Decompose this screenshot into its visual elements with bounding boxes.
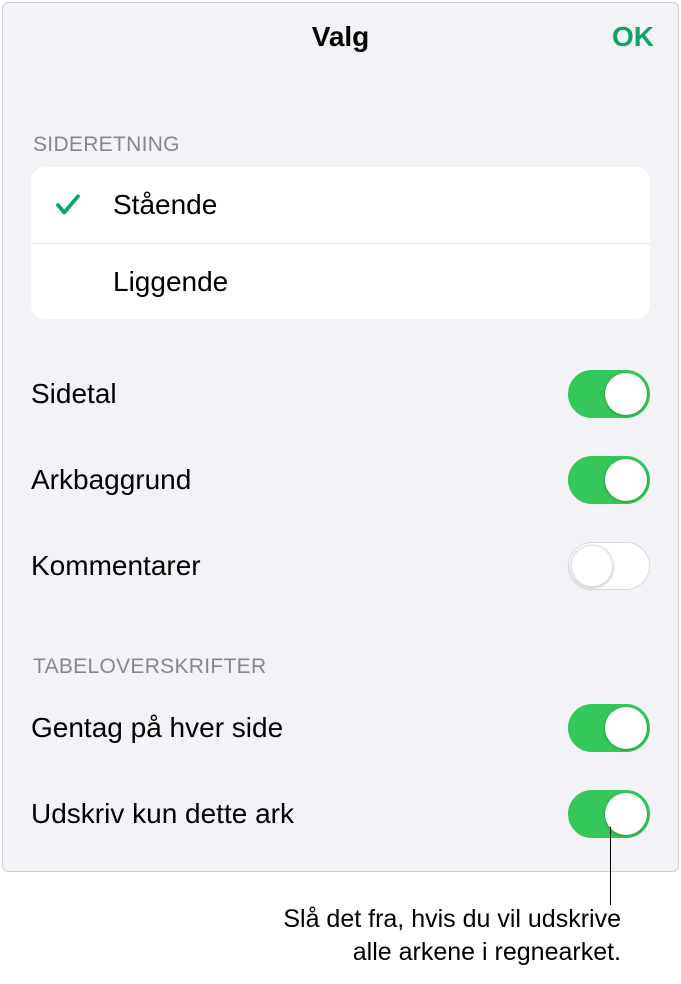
row-print-only-this-sheet: Udskriv kun dette ark — [3, 775, 678, 853]
row-comments: Kommentarer — [3, 527, 678, 605]
main-toggles-group: Sidetal Arkbaggrund Kommentarer — [3, 319, 678, 605]
toggle-label: Udskriv kun dette ark — [31, 798, 294, 830]
toggle-repeat-headers[interactable] — [568, 704, 650, 752]
toggle-label: Kommentarer — [31, 550, 201, 582]
callout-text: Slå det fra, hvis du vil udskrive alle a… — [283, 903, 621, 971]
orientation-option-landscape[interactable]: Liggende — [31, 243, 650, 319]
callout-line2: alle arkene i regnearket. — [283, 936, 621, 970]
panel-header: Valg OK — [3, 3, 678, 71]
callout-line1: Slå det fra, hvis du vil udskrive — [283, 903, 621, 937]
page-title: Valg — [312, 21, 370, 53]
callout-leader-line — [610, 827, 611, 905]
toggle-label: Sidetal — [31, 378, 117, 410]
orientation-section-header: SIDERETNING — [3, 71, 678, 167]
toggle-comments[interactable] — [568, 542, 650, 590]
orientation-label: Stående — [113, 189, 217, 221]
row-page-numbers: Sidetal — [3, 355, 678, 433]
toggle-label: Arkbaggrund — [31, 464, 191, 496]
toggle-page-numbers[interactable] — [568, 370, 650, 418]
row-sheet-background: Arkbaggrund — [3, 441, 678, 519]
table-headers-toggles-group: Gentag på hver side Udskriv kun dette ar… — [3, 689, 678, 853]
toggle-print-this-sheet[interactable] — [568, 790, 650, 838]
toggle-label: Gentag på hver side — [31, 712, 283, 744]
options-panel: Valg OK SIDERETNING Stående Liggende Sid… — [2, 2, 679, 872]
orientation-label: Liggende — [113, 266, 228, 298]
toggle-sheet-background[interactable] — [568, 456, 650, 504]
ok-button[interactable]: OK — [612, 21, 654, 53]
orientation-option-portrait[interactable]: Stående — [31, 167, 650, 243]
row-repeat-each-page: Gentag på hver side — [3, 689, 678, 767]
checkmark-icon — [53, 190, 113, 220]
orientation-list: Stående Liggende — [31, 167, 650, 319]
table-headers-section-header: TABELOVERSKRIFTER — [3, 605, 678, 689]
